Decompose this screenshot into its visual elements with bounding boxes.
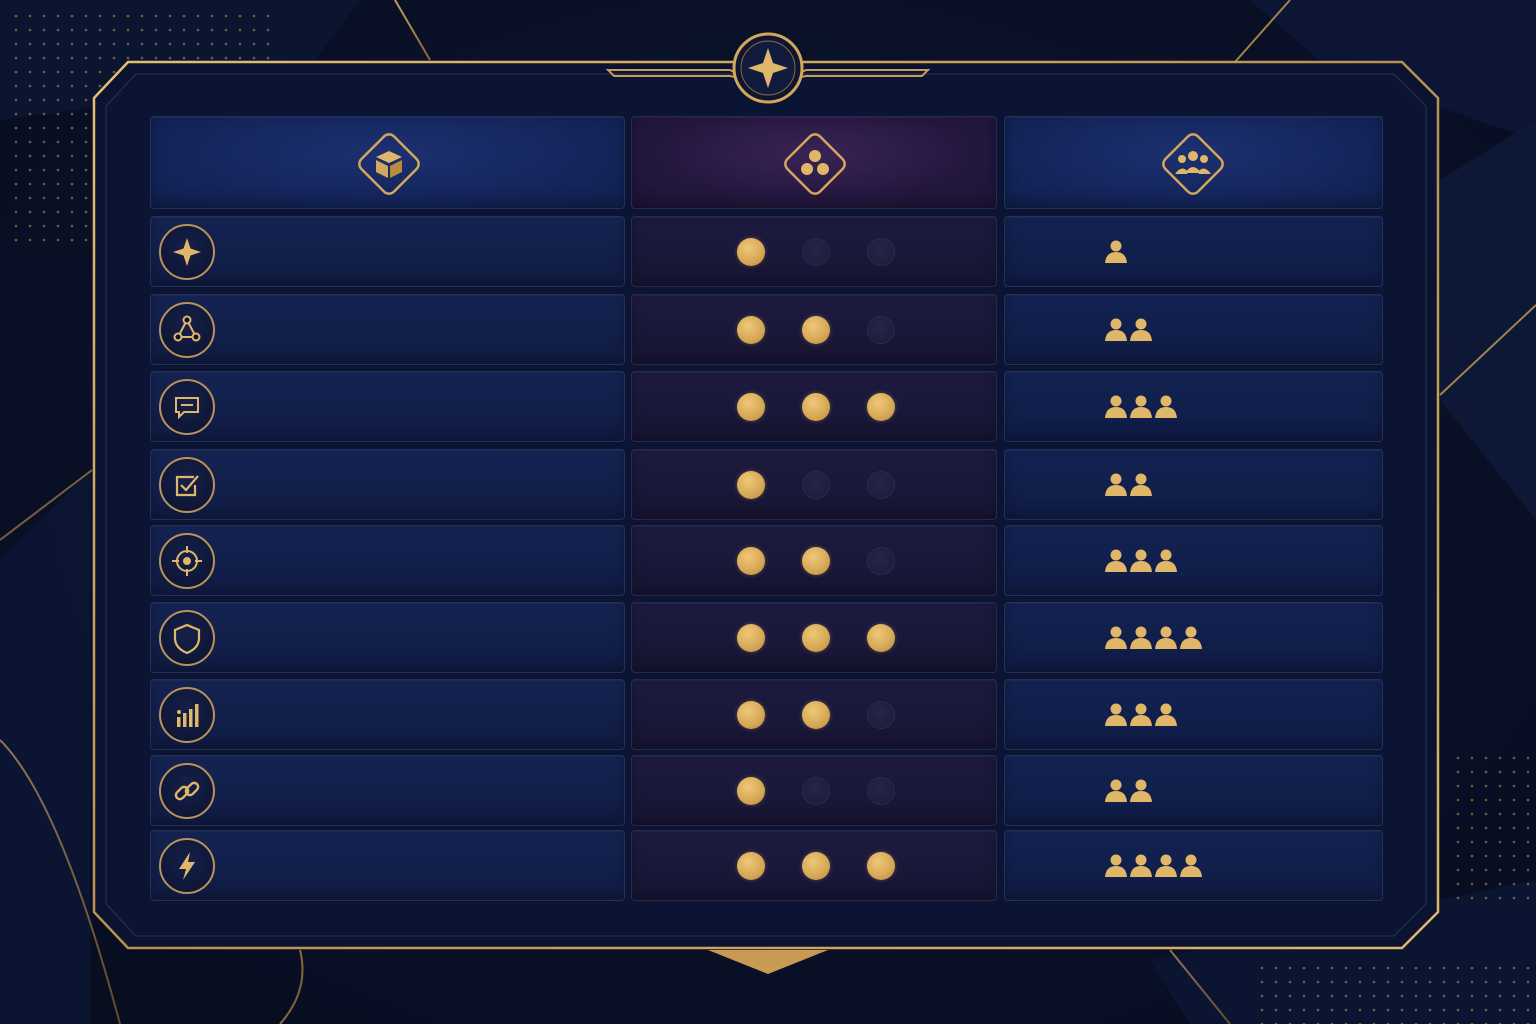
level-dot-filled (867, 851, 895, 880)
level-dot-filled (737, 623, 765, 652)
level-dot-empty (802, 776, 830, 805)
person-icon (1130, 395, 1152, 418)
row-team-cell[interactable] (1004, 294, 1383, 365)
checkbox-icon (175, 474, 199, 496)
row-team-cell[interactable] (1004, 679, 1383, 750)
target-icon (172, 545, 202, 576)
row-team-cell[interactable] (1004, 371, 1383, 442)
level-dot-filled (737, 700, 765, 729)
person-icon (1180, 626, 1202, 649)
chat-icon (175, 396, 199, 419)
level-dot-filled (867, 392, 895, 421)
person-icon (1105, 626, 1127, 649)
level-dot-empty (867, 700, 895, 729)
level-dot-filled (737, 546, 765, 575)
row-item-cell[interactable] (150, 294, 625, 365)
row-team-cell[interactable] (1004, 449, 1383, 520)
row-team-cell[interactable] (1004, 216, 1383, 287)
three-circles-icon (784, 133, 846, 195)
row-icon-badge (159, 762, 215, 819)
person-icon (1180, 854, 1202, 877)
shield-icon (173, 623, 201, 654)
person-icon (1155, 703, 1177, 726)
level-dot-empty (867, 315, 895, 344)
level-dot-filled (802, 315, 830, 344)
row-icon-badge (159, 301, 215, 358)
level-dot-filled (737, 392, 765, 421)
lightning-icon (179, 851, 195, 880)
person-icon (1105, 395, 1127, 418)
person-icon (1130, 854, 1152, 877)
level-dot-filled (867, 623, 895, 652)
level-dot-filled (737, 470, 765, 499)
row-icon-badge (159, 837, 215, 894)
person-icon (1130, 779, 1152, 802)
level-dot-filled (802, 851, 830, 880)
person-icon (1130, 473, 1152, 496)
level-dot-filled (737, 776, 765, 805)
row-icon-badge (159, 456, 215, 513)
person-icon (1105, 854, 1127, 877)
level-dot-empty (867, 470, 895, 499)
column-header-team[interactable] (1004, 116, 1383, 209)
level-dot-filled (802, 546, 830, 575)
level-dot-filled (802, 623, 830, 652)
row-item-cell[interactable] (150, 755, 625, 826)
person-icon (1155, 626, 1177, 649)
row-item-cell[interactable] (150, 830, 625, 901)
column-header-level[interactable] (631, 116, 997, 209)
row-team-cell[interactable] (1004, 525, 1383, 596)
person-icon (1130, 318, 1152, 341)
row-item-cell[interactable] (150, 371, 625, 442)
row-icon-badge (159, 609, 215, 666)
level-dot-empty (867, 776, 895, 805)
cube-icon (358, 133, 420, 195)
level-dot-filled (737, 315, 765, 344)
top-emblem (605, 32, 931, 104)
sparkle-icon (173, 237, 201, 266)
level-dot-filled (737, 237, 765, 266)
person-icon (1130, 626, 1152, 649)
level-dot-filled (802, 700, 830, 729)
level-dot-filled (802, 392, 830, 421)
level-dot-filled (737, 851, 765, 880)
person-icon (1130, 549, 1152, 572)
row-icon-badge (159, 223, 215, 280)
row-item-cell[interactable] (150, 449, 625, 520)
column-header-item[interactable] (150, 116, 625, 209)
person-icon (1130, 703, 1152, 726)
bar-chart-icon (177, 703, 199, 727)
row-icon-badge (159, 686, 215, 743)
level-dot-empty (802, 470, 830, 499)
row-team-cell[interactable] (1004, 755, 1383, 826)
person-icon (1105, 318, 1127, 341)
row-item-cell[interactable] (150, 525, 625, 596)
network-icon (173, 315, 201, 341)
level-dot-empty (867, 237, 895, 266)
person-icon (1155, 549, 1177, 572)
link-icon (174, 781, 200, 800)
level-dot-empty (867, 546, 895, 575)
group-icon (1162, 133, 1224, 195)
row-item-cell[interactable] (150, 216, 625, 287)
person-icon (1105, 240, 1127, 263)
row-icon-badge (159, 378, 215, 435)
person-icon (1105, 549, 1127, 572)
person-icon (1105, 473, 1127, 496)
person-icon (1105, 779, 1127, 802)
row-icon-badge (159, 532, 215, 589)
person-icon (1105, 703, 1127, 726)
row-item-cell[interactable] (150, 679, 625, 750)
row-item-cell[interactable] (150, 602, 625, 673)
level-dot-empty (802, 237, 830, 266)
person-icon (1155, 854, 1177, 877)
person-icon (1155, 395, 1177, 418)
